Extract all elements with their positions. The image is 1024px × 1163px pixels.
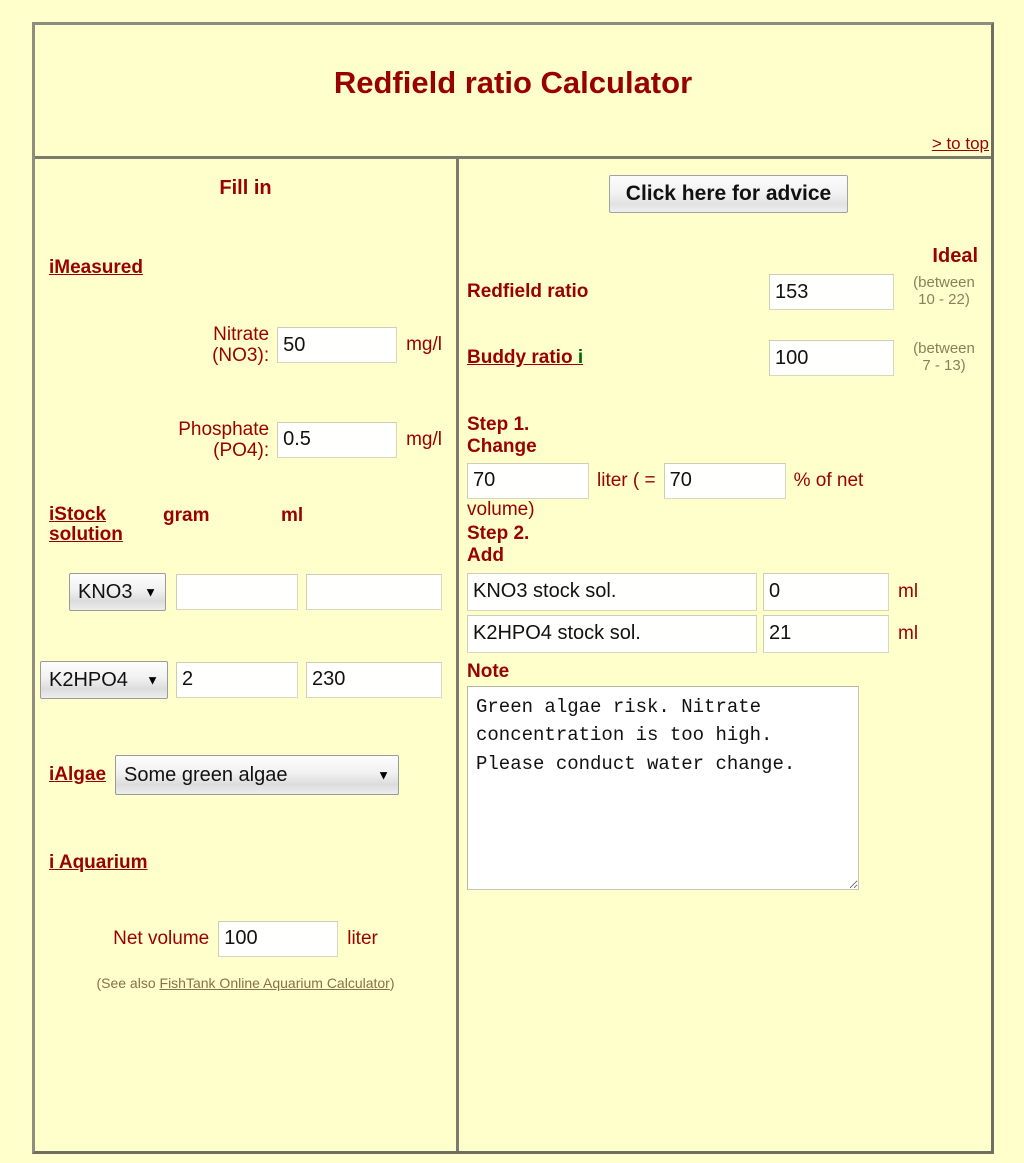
algae-select-wrap: Some green algae ▼ <box>115 754 400 795</box>
aquarium-link-label: Aquarium <box>58 851 148 873</box>
phosphate-row: Phosphate (PO4): mg/l <box>49 419 442 462</box>
phosphate-input[interactable] <box>277 421 398 458</box>
ideal-header-row: Ideal <box>467 245 990 268</box>
change-percent-input[interactable] <box>663 462 786 499</box>
step1-fields-row: liter ( = % of net volume) <box>467 462 990 521</box>
algae-info-link[interactable]: iAlgae <box>49 763 107 785</box>
stock-ml-input-1[interactable] <box>306 573 442 610</box>
algae-select[interactable]: Some green algae <box>115 754 400 795</box>
buddy-ideal-range: (between 7 - 13) <box>913 340 975 374</box>
redfield-ratio-value[interactable] <box>769 274 894 310</box>
nitrate-input[interactable] <box>277 327 398 364</box>
ideal-header: Ideal <box>932 245 978 267</box>
stock-gram-input-1[interactable] <box>176 573 298 610</box>
step1-mid-text-1: liter ( = <box>597 469 656 491</box>
stock-link-label-line2: solution <box>49 524 123 545</box>
buddy-ratio-label: Buddy ratio <box>467 347 573 368</box>
net-volume-row: Net volume liter <box>49 920 442 957</box>
add-k2hpo4-unit: ml <box>898 622 919 644</box>
see-also-text: (See also FishTank Online Aquarium Calcu… <box>49 975 442 991</box>
step2-row-1: ml <box>467 572 990 611</box>
add-k2hpo4-name-input[interactable] <box>467 614 757 653</box>
phosphate-label-line1: Phosphate <box>178 418 270 440</box>
body-row: Fill in iMeasured Nitrate (NO3): mg/l <box>35 159 991 1151</box>
step2-heading: Step 2. Add <box>467 523 990 568</box>
fill-in-heading: Fill in <box>219 177 272 199</box>
net-volume-unit: liter <box>347 927 378 949</box>
redfield-ideal-range: (between 10 - 22) <box>913 274 975 308</box>
algae-link-label: Algae <box>54 763 107 785</box>
buddy-ratio-value[interactable] <box>769 340 894 376</box>
buddy-ratio-row: Buddy ratio i (between 7 - 13) <box>467 340 990 376</box>
nitrate-row: Nitrate (NO3): mg/l <box>49 324 442 367</box>
stock-select-2[interactable]: K2HPO4 <box>40 660 168 699</box>
see-also-suffix: ) <box>389 974 395 991</box>
calculator-page: Redfield ratio Calculator > to top Fill … <box>0 0 1024 1163</box>
step2-heading-line1: Step 2. <box>467 522 530 544</box>
nitrate-unit: mg/l <box>406 334 442 356</box>
stock-row-2: K2HPO4 ▼ <box>40 660 442 699</box>
buddy-ratio-info-link[interactable]: Buddy ratio i <box>467 348 583 368</box>
header-panel: Redfield ratio Calculator > to top <box>35 25 991 159</box>
step1-heading-line1: Step 1. <box>467 414 530 435</box>
buddy-ratio-label-wrap: Buddy ratio i <box>467 348 769 368</box>
see-also-prefix: (See also <box>96 974 160 991</box>
stock-row-1: KNO3 ▼ <box>49 572 442 611</box>
measured-section-header: iMeasured <box>49 258 442 278</box>
info-icon: i <box>577 347 584 368</box>
algae-row: iAlgae Some green algae ▼ <box>49 754 442 795</box>
page-title: Redfield ratio Calculator <box>333 65 693 100</box>
nitrate-label-line2: (NO3): <box>212 345 270 367</box>
phosphate-label: Phosphate (PO4): <box>178 419 277 462</box>
stock-select-2-wrap: K2HPO4 ▼ <box>40 660 168 699</box>
redfield-ratio-label: Redfield ratio <box>467 281 589 302</box>
step1-heading-line2: Change <box>467 436 537 458</box>
gram-column-header: gram <box>163 505 210 527</box>
info-icon: i <box>49 851 55 873</box>
note-textarea[interactable]: Green algae risk. Nitrate concentration … <box>467 685 859 890</box>
net-volume-label: Net volume <box>113 927 210 949</box>
right-panel-inner: Click here for advice Ideal Redfield rat… <box>459 159 1008 895</box>
add-k2hpo4-amount-input[interactable] <box>763 614 889 653</box>
left-panel: Fill in iMeasured Nitrate (NO3): mg/l <box>35 159 459 1151</box>
fishtank-calculator-link[interactable]: FishTank Online Aquarium Calculator <box>160 975 390 991</box>
aquarium-info-link[interactable]: i Aquarium <box>49 851 148 873</box>
step2-row-2: ml <box>467 614 990 653</box>
stock-link-label-line1: Stock <box>54 504 107 526</box>
add-kno3-unit: ml <box>898 580 919 602</box>
right-panel: Click here for advice Ideal Redfield rat… <box>459 159 1008 1151</box>
stock-select-1[interactable]: KNO3 <box>69 572 166 611</box>
nitrate-label: Nitrate (NO3): <box>212 324 277 367</box>
measured-link-label: Measured <box>54 257 143 278</box>
redfield-ratio-row: Redfield ratio (between 10 - 22) <box>467 274 990 310</box>
advice-button[interactable]: Click here for advice <box>608 175 849 213</box>
phosphate-label-line2: (PO4): <box>213 439 270 461</box>
step1-mid-text-2: % of net <box>793 469 864 491</box>
ml-column-header: ml <box>281 505 304 527</box>
measured-info-link[interactable]: iMeasured <box>49 258 143 278</box>
stock-select-1-wrap: KNO3 ▼ <box>69 572 166 611</box>
aquarium-section-header: i Aquarium <box>49 851 442 873</box>
add-kno3-name-input[interactable] <box>467 572 757 611</box>
stock-gram-input-2[interactable] <box>176 661 298 698</box>
add-kno3-amount-input[interactable] <box>763 572 889 611</box>
change-liters-input[interactable] <box>467 462 589 499</box>
advice-button-row: Click here for advice <box>467 175 990 213</box>
phosphate-unit: mg/l <box>406 428 442 450</box>
nitrate-label-line1: Nitrate <box>213 324 270 345</box>
stock-ml-input-2[interactable] <box>306 661 442 698</box>
step1-mid-text-3: volume) <box>467 498 535 520</box>
step1-heading: Step 1. Change <box>467 414 990 459</box>
note-heading: Note <box>467 660 510 682</box>
calculator-frame: Redfield ratio Calculator > to top Fill … <box>32 22 994 1154</box>
stock-solution-header-row: iStock solution gram ml <box>49 505 442 545</box>
stock-solution-info-link[interactable]: iStock solution <box>49 505 163 545</box>
step2-heading-line2: Add <box>467 545 504 567</box>
to-top-link[interactable]: > to top <box>932 134 989 154</box>
net-volume-input[interactable] <box>218 920 339 957</box>
left-panel-inner: Fill in iMeasured Nitrate (NO3): mg/l <box>35 159 456 991</box>
